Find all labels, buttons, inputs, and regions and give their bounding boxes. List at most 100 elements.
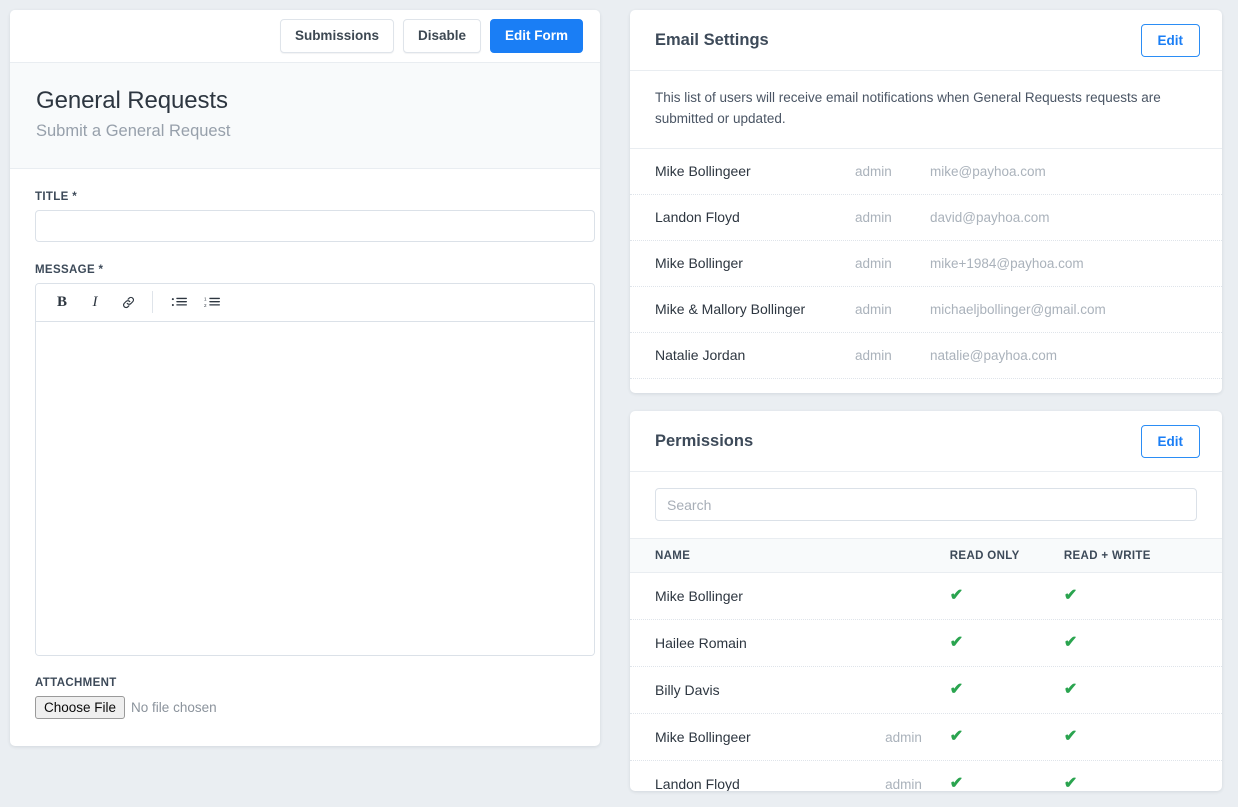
- check-icon: ✔: [1063, 775, 1078, 792]
- permissions-row-list: Mike Bollinger ✔ ✔ Hailee Romain ✔ ✔ Billy Dav…: [630, 573, 1222, 791]
- recipient-name: Mike Bollinger: [655, 255, 743, 272]
- recipient-email: natalie@payhoa.com: [930, 347, 1058, 363]
- check-icon: ✔: [1063, 587, 1078, 604]
- permission-user-name: Mike Bollingeer: [655, 729, 751, 745]
- permissions-header: Permissions Edit: [630, 411, 1222, 472]
- permission-user-name: Mike Bollinger: [655, 588, 743, 604]
- permission-row[interactable]: Billy Davis ✔ ✔: [630, 667, 1222, 714]
- read-write-cell[interactable]: ✔: [1064, 635, 1197, 651]
- submissions-button[interactable]: Submissions: [279, 19, 394, 53]
- email-recipient-row[interactable]: Landon Floyd admin david@payhoa.com: [630, 195, 1222, 241]
- disable-button[interactable]: Disable: [402, 19, 481, 53]
- form-body: TITLE * MESSAGE * B I 1 2 ATTACHMENT Cho…: [10, 169, 600, 719]
- recipient-name: Mike & Mallory Bollinger: [655, 301, 806, 318]
- attachment-label: ATTACHMENT: [35, 676, 117, 689]
- message-textarea[interactable]: [36, 321, 594, 655]
- email-settings-note: This list of users will receive email no…: [630, 71, 1222, 149]
- title-input[interactable]: [35, 209, 595, 242]
- recipient-email: mike@payhoa.com: [930, 163, 1046, 179]
- email-recipient-row[interactable]: Natalie Jordan admin natalie@payhoa.com: [630, 333, 1222, 379]
- check-icon: ✔: [1063, 681, 1078, 698]
- page-subtitle: Submit a General Request: [36, 121, 231, 140]
- italic-glyph: I: [92, 293, 98, 310]
- title-field-label: TITLE *: [35, 190, 78, 203]
- permission-user-name: Billy Davis: [655, 682, 720, 698]
- permissions-title: Permissions: [655, 431, 754, 450]
- file-picker-row: Choose File No file chosen: [35, 695, 575, 719]
- svg-text:2: 2: [204, 303, 207, 308]
- recipient-role: admin: [855, 163, 892, 179]
- permission-row[interactable]: Landon Floyd admin ✔ ✔: [630, 761, 1222, 792]
- bullet-list-icon[interactable]: [164, 288, 194, 316]
- check-icon: ✔: [949, 587, 964, 604]
- choose-file-button[interactable]: Choose File: [35, 695, 126, 719]
- check-icon: ✔: [949, 634, 964, 651]
- recipient-name: Mike Bollingeer: [655, 163, 751, 180]
- check-icon: ✔: [949, 681, 964, 698]
- check-icon: ✔: [1063, 728, 1078, 745]
- form-action-toolbar: Submissions Disable Edit Form: [10, 10, 600, 63]
- read-only-cell[interactable]: ✔: [950, 635, 1064, 651]
- check-icon: ✔: [949, 775, 964, 792]
- read-write-cell[interactable]: ✔: [1064, 729, 1197, 745]
- read-write-cell[interactable]: ✔: [1064, 682, 1197, 698]
- permission-user-name: Hailee Romain: [655, 635, 747, 651]
- permission-user-role: admin: [885, 776, 922, 792]
- form-header: General Requests Submit a General Reques…: [10, 63, 600, 169]
- email-settings-card: Email Settings Edit This list of users w…: [630, 10, 1222, 393]
- recipient-role: admin: [855, 347, 892, 363]
- read-only-cell[interactable]: ✔: [950, 729, 1064, 745]
- page-root: Submissions Disable Edit Form General Re…: [0, 0, 1238, 807]
- link-icon[interactable]: [113, 288, 143, 316]
- page-title: General Requests: [36, 87, 228, 114]
- recipient-name: Landon Floyd: [655, 209, 740, 226]
- read-only-cell[interactable]: ✔: [950, 588, 1064, 604]
- svg-text:1: 1: [204, 296, 207, 301]
- check-icon: ✔: [949, 728, 964, 745]
- read-only-cell[interactable]: ✔: [950, 682, 1064, 698]
- right-column: Email Settings Edit This list of users w…: [630, 10, 1222, 791]
- recipient-role: admin: [855, 255, 892, 271]
- recipient-email: michaeljbollinger@gmail.com: [930, 301, 1106, 317]
- permissions-search-wrap: [630, 472, 1222, 539]
- recipient-email: mike+1984@payhoa.com: [930, 255, 1084, 271]
- column-header-read-write: READ + WRITE: [1063, 549, 1151, 562]
- message-editor: B I 1 2: [35, 282, 595, 656]
- recipient-role: admin: [855, 209, 892, 225]
- permissions-card: Permissions Edit NAME READ ONLY READ + W…: [630, 411, 1222, 791]
- read-only-cell[interactable]: ✔: [949, 775, 1064, 792]
- message-field-label: MESSAGE *: [35, 263, 104, 276]
- permissions-edit-button[interactable]: Edit: [1140, 424, 1200, 458]
- permissions-table-header: NAME READ ONLY READ + WRITE: [630, 539, 1222, 573]
- column-header-name: NAME: [655, 549, 691, 562]
- edit-form-button[interactable]: Edit Form: [490, 19, 583, 53]
- search-input[interactable]: [655, 488, 1197, 521]
- email-recipient-row[interactable]: COLE MACKINadmindemoadmin1@payhoa.com: [630, 379, 1222, 393]
- numbered-list-icon[interactable]: 1 2: [197, 288, 227, 316]
- email-recipient-list: Mike Bollingeer admin mike@payhoa.com Lando…: [630, 149, 1222, 393]
- email-recipient-row[interactable]: Mike & Mallory Bollinger admin michaeljbol…: [630, 287, 1222, 333]
- editor-toolbar: B I 1 2: [36, 283, 594, 322]
- permission-row[interactable]: Hailee Romain ✔ ✔: [630, 620, 1222, 667]
- recipient-role: admin: [855, 301, 892, 317]
- column-header-read-only: READ ONLY: [949, 549, 1020, 562]
- bold-glyph: B: [56, 293, 67, 310]
- recipient-email: david@payhoa.com: [930, 209, 1050, 225]
- form-preview-card: Submissions Disable Edit Form General Re…: [10, 10, 600, 746]
- email-settings-header: Email Settings Edit: [630, 10, 1222, 71]
- email-recipient-row[interactable]: Mike Bollingeer admin mike@payhoa.com: [630, 149, 1222, 195]
- email-settings-title: Email Settings: [655, 30, 769, 49]
- email-settings-edit-button[interactable]: Edit: [1140, 23, 1200, 57]
- attachment-field: ATTACHMENT Choose File No file chosen: [35, 656, 575, 719]
- permission-user-role: admin: [885, 729, 922, 745]
- toolbar-divider: [152, 291, 153, 314]
- recipient-name: Natalie Jordan: [655, 347, 746, 364]
- bold-icon[interactable]: B: [47, 288, 77, 316]
- read-write-cell[interactable]: ✔: [1063, 775, 1197, 792]
- italic-icon[interactable]: I: [80, 288, 110, 316]
- permission-row[interactable]: Mike Bollinger ✔ ✔: [630, 573, 1222, 620]
- permission-row[interactable]: Mike Bollingeer admin ✔ ✔: [630, 714, 1222, 761]
- permission-user-name: Landon Floyd: [655, 776, 740, 791]
- email-recipient-row[interactable]: Mike Bollinger admin mike+1984@payhoa.com: [630, 241, 1222, 287]
- read-write-cell[interactable]: ✔: [1064, 588, 1197, 604]
